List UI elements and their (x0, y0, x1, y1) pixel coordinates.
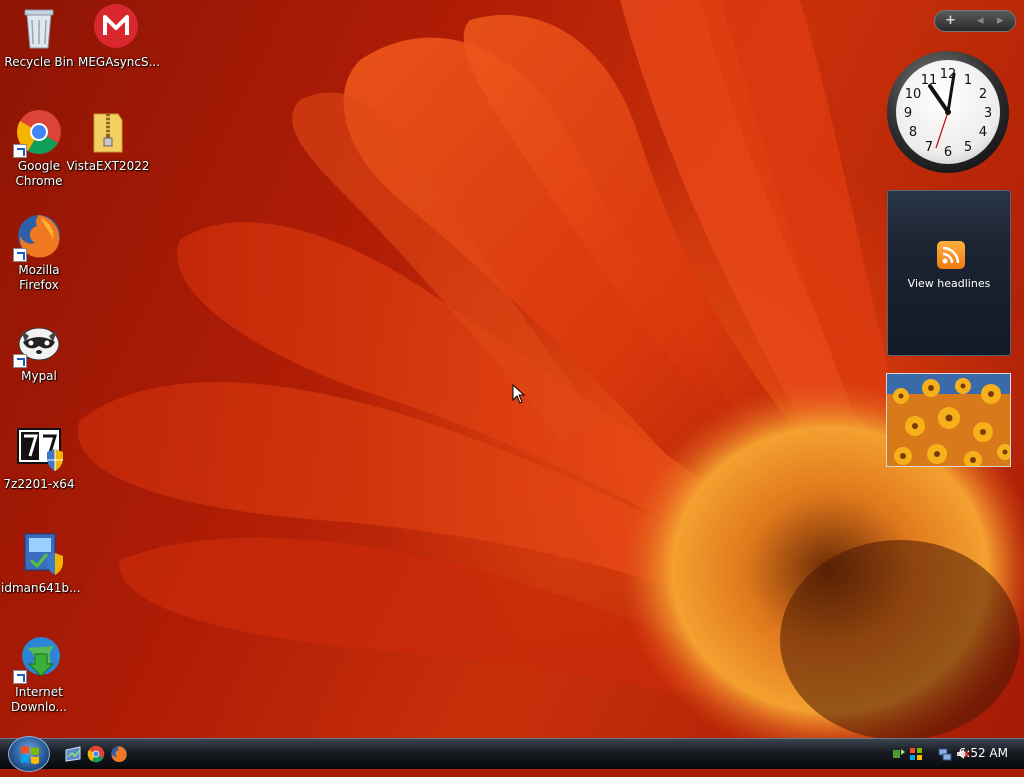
clock-number: 1 (964, 73, 972, 88)
tray-network-icon[interactable] (938, 746, 952, 761)
desktop-icon-7z2201-x64[interactable]: 7z2201-x64 (1, 426, 77, 492)
rss-feed-icon (937, 241, 965, 269)
raccoon-icon (13, 318, 63, 368)
clock-number: 3 (984, 106, 992, 121)
mouse-cursor (512, 383, 526, 408)
desktop-icon-label: Internet Downlo... (11, 685, 67, 714)
show-desktop-icon (65, 746, 81, 762)
add-gadget-button[interactable]: + (945, 13, 956, 28)
desktop-icon-label: MEGAsyncS... (78, 55, 161, 69)
notification-area: 6:52 AM (870, 739, 1024, 769)
desktop-wallpaper (0, 0, 1024, 738)
shortcut-arrow-icon (13, 354, 27, 368)
tray-network-sync-icon[interactable] (892, 746, 906, 760)
desktop-icon-mozilla-firefox[interactable]: Mozilla Firefox (1, 212, 77, 293)
clock-number: 6 (944, 145, 952, 160)
desktop-icon-recycle-bin[interactable]: Recycle Bin (1, 4, 77, 70)
mega-icon (92, 4, 140, 52)
desktop-icon-label: Mozilla Firefox (18, 263, 60, 292)
desktop-icon-label: VistaEXT2022 (66, 159, 150, 173)
firefox-icon (13, 212, 63, 262)
slideshow-image (887, 374, 1010, 466)
shortcut-arrow-icon (13, 248, 27, 262)
clock-number: 2 (979, 87, 987, 102)
view-headlines-link[interactable]: View headlines (888, 277, 1010, 290)
desktop-icon-mypal[interactable]: Mypal (1, 318, 77, 384)
desktop-icon-vistaext2022[interactable]: VistaEXT2022 (66, 108, 150, 174)
clock-number: 9 (904, 106, 912, 121)
zip-folder-icon (84, 108, 132, 156)
quicklaunch-show-desktop[interactable] (64, 745, 82, 763)
clock-number: 8 (909, 125, 917, 140)
desktop-icon-label: Recycle Bin (4, 55, 74, 69)
start-button[interactable] (8, 736, 50, 772)
idm-installer-icon (15, 530, 63, 578)
desktop-icon-megasync[interactable]: MEGAsyncS... (78, 4, 161, 70)
clock-face: 12 1 2 3 4 5 6 7 8 9 10 11 (887, 51, 1009, 173)
slideshow-gadget[interactable] (886, 373, 1011, 467)
clock-number: 7 (925, 140, 933, 155)
quicklaunch-firefox[interactable] (110, 745, 128, 763)
recycle-bin-icon (15, 4, 63, 52)
desktop-icon-idman641b[interactable]: idman641b... (1, 530, 81, 596)
clock-gadget[interactable]: 12 1 2 3 4 5 6 7 8 9 10 11 (886, 50, 1010, 174)
7zip-icon (15, 426, 63, 474)
sidebar-prev-button[interactable]: ◂ (977, 13, 984, 28)
desktop-icon-label: Mypal (21, 369, 57, 383)
tray-windows-update-icon[interactable] (909, 746, 923, 760)
clock-number: 5 (964, 140, 972, 155)
idm-globe-icon (13, 634, 63, 684)
desktop-icon-label: idman641b... (1, 581, 81, 595)
desktop-icon-google-chrome[interactable]: Google Chrome (1, 108, 77, 189)
taskbar-clock[interactable]: 6:52 AM (959, 746, 1008, 760)
chrome-icon (13, 108, 63, 158)
desktop-icon-internet-download-manager[interactable]: Internet Downlo... (1, 634, 77, 715)
clock-number: 4 (979, 125, 987, 140)
desktop-icon-label: 7z2201-x64 (3, 477, 75, 491)
flower-petals (77, 0, 1024, 738)
chrome-icon (87, 745, 105, 763)
sidebar-controls: + ◂ ▸ (934, 10, 1016, 32)
quicklaunch-chrome[interactable] (87, 745, 105, 763)
sidebar-next-button[interactable]: ▸ (997, 13, 1004, 28)
taskbar: 6:52 AM (0, 736, 1024, 772)
clock-number: 10 (905, 87, 922, 102)
feed-headlines-gadget[interactable]: View headlines (887, 190, 1011, 356)
shortcut-arrow-icon (13, 670, 27, 684)
firefox-icon (111, 746, 127, 763)
shortcut-arrow-icon (13, 144, 27, 158)
